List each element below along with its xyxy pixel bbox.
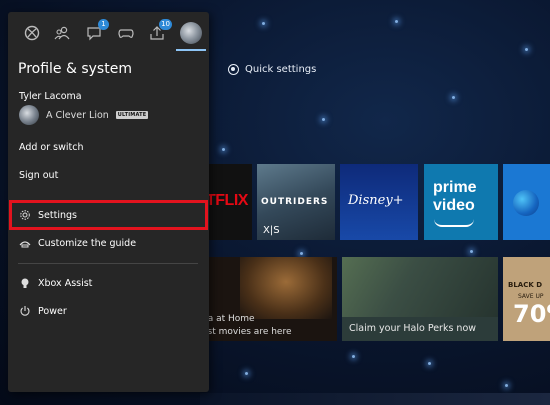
guide-tab-bar: 1 10 (8, 12, 209, 54)
black-desert-title: BLACK D (508, 281, 543, 289)
halo-caption: Claim your Halo Perks now (349, 323, 477, 334)
tab-profile[interactable] (179, 22, 203, 44)
tab-parties-and-chats[interactable]: 1 (82, 19, 109, 44)
xbox-logo-icon (24, 25, 40, 41)
customize-guide-button[interactable]: Customize the guide (8, 232, 209, 254)
tab-upload-capture[interactable]: 10 (145, 19, 172, 44)
profile-row[interactable]: A Clever Lion ULTIMATE (19, 105, 149, 125)
prime-video-tile[interactable]: prime video (424, 164, 498, 240)
people-icon (54, 26, 70, 40)
profile-display-name: A Clever Lion (46, 109, 109, 121)
xbox-assist-label: Xbox Assist (38, 277, 93, 289)
edge-browser-tile[interactable] (503, 164, 550, 240)
black-desert-tile[interactable]: BLACK D SAVE UP 70% (503, 257, 550, 341)
lightbulb-icon (21, 278, 29, 288)
add-or-switch-label: Add or switch (19, 141, 84, 153)
settings-label: Settings (38, 209, 77, 221)
prime-video-logo: prime video (433, 179, 477, 214)
controller-icon (118, 29, 134, 38)
sign-out-label: Sign out (19, 169, 59, 181)
movies-at-home-tile[interactable]: na at Home est movies are here (200, 257, 337, 341)
tab-controller[interactable] (114, 22, 138, 44)
outriders-title: OUTRIDERS (261, 197, 329, 207)
gamertag: Tyler Lacoma (19, 91, 82, 102)
quick-settings-label: Quick settings (245, 64, 317, 75)
quick-settings-icon (228, 64, 239, 75)
upload-badge: 10 (159, 19, 172, 30)
power-icon (20, 306, 30, 316)
guide-panel: 1 10 Profile & system Tyler Lacoma A Cle… (8, 12, 209, 392)
menu-divider (18, 263, 198, 264)
profile-avatar-icon (180, 22, 202, 44)
disney-plus-tile[interactable]: Disney+ (340, 164, 418, 240)
halo-art-image (342, 257, 498, 317)
tab-people[interactable] (50, 22, 74, 44)
disney-plus-logo: Disney+ (348, 193, 404, 208)
sign-out-button[interactable]: Sign out (8, 164, 209, 186)
add-or-switch-button[interactable]: Add or switch (8, 136, 209, 158)
tab-xbox-home[interactable] (20, 22, 44, 44)
power-button[interactable]: Power (8, 300, 209, 322)
active-tab-indicator (176, 49, 206, 51)
chat-badge: 1 (98, 19, 109, 30)
settings-button[interactable]: Settings (8, 204, 209, 226)
prime-smile-icon (434, 219, 474, 227)
outriders-platform: X|S (263, 225, 280, 236)
customize-guide-label: Customize the guide (38, 237, 137, 249)
outriders-tile[interactable]: OUTRIDERS X|S (257, 164, 335, 240)
halo-perks-tile[interactable]: Claim your Halo Perks now (342, 257, 498, 341)
movies-caption: na at Home est movies are here (202, 314, 292, 337)
xbox-assist-button[interactable]: Xbox Assist (8, 272, 209, 294)
panel-title: Profile & system (18, 61, 132, 77)
gear-icon (20, 210, 30, 220)
ultimate-badge: ULTIMATE (115, 111, 149, 119)
netflix-logo: TFLIX (206, 192, 248, 209)
customize-icon (19, 241, 31, 248)
avatar (19, 105, 39, 125)
black-desert-save: SAVE UP (518, 293, 544, 300)
power-label: Power (38, 305, 67, 317)
edge-logo-icon (513, 190, 539, 216)
quick-settings-button[interactable]: Quick settings (228, 64, 316, 75)
bottom-row-strip (200, 393, 550, 405)
black-desert-discount: 70% (513, 300, 550, 328)
movies-art-image (240, 257, 332, 319)
